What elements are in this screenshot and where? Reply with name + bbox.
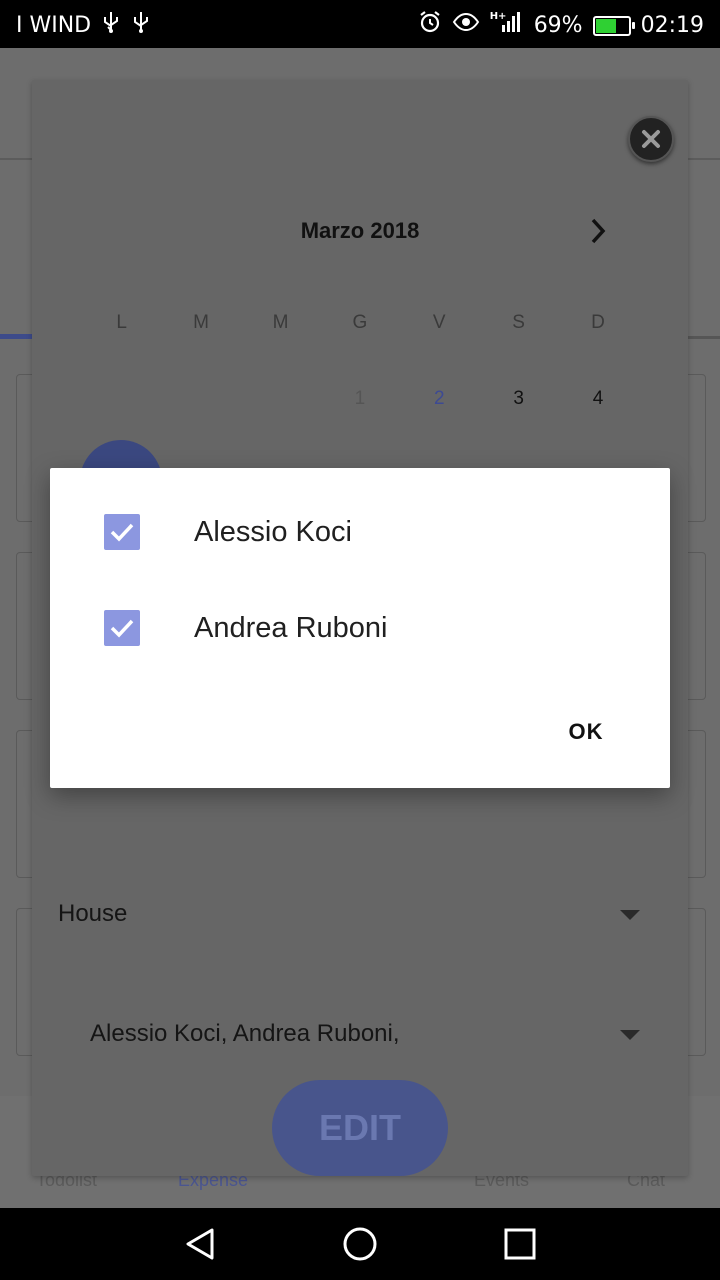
participant-checkbox[interactable] xyxy=(104,610,140,646)
home-circle-icon xyxy=(343,1227,377,1261)
calendar-weekday-header: L M M G V S D xyxy=(82,312,638,334)
usb-icon xyxy=(101,11,121,39)
clock: 02:19 xyxy=(640,12,704,38)
next-month-button[interactable] xyxy=(586,216,610,251)
dropdown-arrow-icon xyxy=(620,1030,640,1040)
participants-dropdown[interactable]: Alessio Koci, Andrea Ruboni, xyxy=(90,1020,644,1048)
dropdown-arrow-icon xyxy=(620,910,640,920)
participants-dialog: Alessio Koci Andrea Ruboni OK xyxy=(50,468,670,788)
weekday-label: M xyxy=(193,312,209,333)
signal-icon: H+ xyxy=(490,11,524,39)
category-value: House xyxy=(58,900,128,927)
alarm-icon xyxy=(418,10,442,40)
participants-value: Alessio Koci, Andrea Ruboni, xyxy=(90,1020,400,1047)
usb-icon xyxy=(131,11,151,39)
calendar-day[interactable]: 3 xyxy=(479,388,558,410)
carrier-label: I WIND xyxy=(16,12,92,38)
system-nav-bar xyxy=(0,1208,720,1280)
participant-checkbox[interactable] xyxy=(104,514,140,550)
status-bar: I WIND H+ 69% 02:19 xyxy=(0,0,720,48)
home-button[interactable] xyxy=(342,1226,378,1267)
participant-label: Alessio Koci xyxy=(194,515,352,548)
weekday-label: V xyxy=(432,312,446,333)
battery-level-fill xyxy=(595,18,617,33)
battery-percent: 69% xyxy=(533,12,583,38)
back-button[interactable] xyxy=(182,1226,218,1267)
calendar-week-row: 1 2 3 4 xyxy=(82,388,638,410)
calendar-day[interactable]: 4 xyxy=(558,388,637,410)
participant-label: Andrea Ruboni xyxy=(194,611,388,644)
close-icon xyxy=(642,130,660,148)
eye-icon xyxy=(452,12,480,38)
weekday-label: S xyxy=(512,312,525,333)
close-button[interactable] xyxy=(628,116,674,162)
checkmark-icon xyxy=(110,523,134,542)
battery-icon xyxy=(592,15,635,36)
category-dropdown[interactable]: House xyxy=(58,900,644,928)
weekday-label: G xyxy=(352,312,368,333)
calendar-day[interactable]: 2 xyxy=(400,388,479,410)
checkmark-icon xyxy=(110,619,134,638)
weekday-label: M xyxy=(272,312,289,333)
ok-button[interactable]: OK xyxy=(546,704,626,760)
participant-option[interactable]: Alessio Koci xyxy=(104,512,352,552)
participant-option[interactable]: Andrea Ruboni xyxy=(104,608,387,648)
recents-square-icon xyxy=(504,1228,536,1260)
recents-button[interactable] xyxy=(502,1226,538,1267)
back-triangle-icon xyxy=(186,1228,214,1260)
network-type-label: H+ xyxy=(489,11,507,22)
weekday-label: D xyxy=(591,312,605,333)
edit-button[interactable]: EDIT xyxy=(272,1080,448,1176)
calendar-day[interactable]: 1 xyxy=(320,388,399,410)
weekday-label: L xyxy=(116,312,127,333)
chevron-right-icon xyxy=(591,218,606,244)
